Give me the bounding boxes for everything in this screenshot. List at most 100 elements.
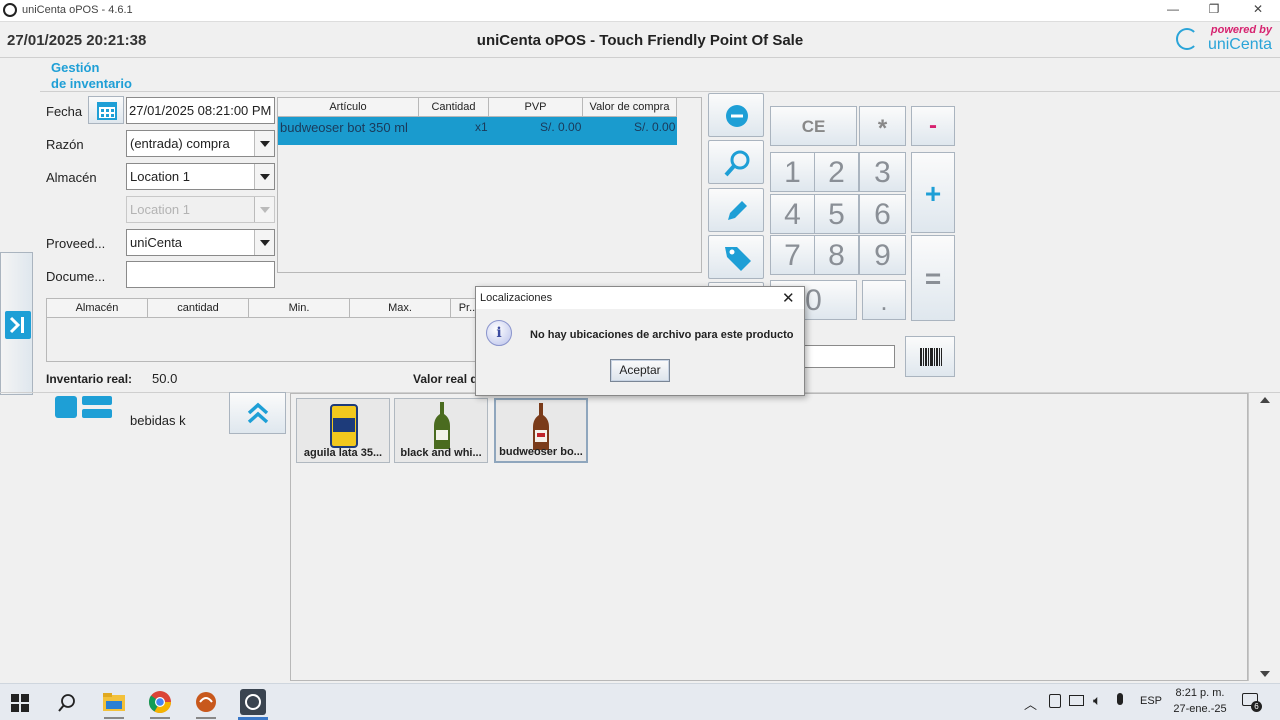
tray-date[interactable]: 27-ene.-25: [1170, 703, 1230, 715]
row-articulo: budweoser bot 350 ml: [280, 120, 408, 135]
digit-3-button[interactable]: 3: [859, 152, 906, 192]
table-row[interactable]: budweoser bot 350 ml x1 S/. 0.00 S/. 0.0…: [278, 117, 677, 145]
col-header-pvp: PVP: [489, 98, 583, 117]
chevron-down-icon: [254, 164, 274, 189]
microphone-icon[interactable]: [1117, 693, 1123, 705]
product-tile[interactable]: black and whi...: [394, 398, 488, 463]
close-window-button[interactable]: ✕: [1248, 2, 1268, 16]
digit-5-button[interactable]: 5: [814, 194, 859, 234]
localizaciones-dialog: Localizaciones ✕ i No hay ubicaciones de…: [475, 286, 805, 396]
side-panel-toggle[interactable]: [0, 252, 33, 395]
minus-circle-icon: [726, 105, 748, 127]
product-tile[interactable]: aguila lata 35...: [296, 398, 390, 463]
digit-6-button[interactable]: 6: [859, 194, 906, 234]
search-icon: [724, 150, 750, 177]
digit-2-button[interactable]: 2: [814, 152, 859, 192]
meet-now-icon[interactable]: [1049, 694, 1061, 708]
col-header-max: Max.: [350, 299, 451, 318]
scroll-up-icon[interactable]: [1260, 397, 1270, 403]
barcode-button[interactable]: [905, 336, 955, 377]
razon-select[interactable]: (entrada) compra: [126, 130, 275, 157]
chevron-down-icon: [254, 197, 274, 222]
bottle-icon: [533, 403, 549, 450]
restore-button[interactable]: ❐: [1204, 2, 1224, 16]
tray-chevron-up-icon[interactable]: ︿: [1024, 694, 1037, 713]
search-icon[interactable]: [57, 693, 77, 713]
catalog-scrollbar[interactable]: [1248, 393, 1280, 681]
barcode-icon: [920, 348, 942, 366]
lines-table: Artículo Cantidad PVP Valor de compra bu…: [277, 97, 702, 273]
app-header: 27/01/2025 20:21:38 uniCenta oPOS - Touc…: [0, 22, 1280, 58]
logo-name: uniCenta: [1207, 36, 1272, 53]
category-icon: [55, 396, 113, 418]
edit-line-button[interactable]: [708, 188, 764, 232]
almacen-select[interactable]: Location 1: [126, 163, 275, 190]
double-chevron-up-icon: [247, 402, 269, 424]
digit-7-button[interactable]: 7: [770, 235, 815, 275]
chevron-down-icon: [254, 230, 274, 255]
chevron-down-icon: [254, 131, 274, 156]
scroll-down-icon[interactable]: [1260, 671, 1270, 677]
stock-table: Almacén cantidad Min. Max. Pr...: [46, 298, 487, 362]
row-valor: S/. 0.00: [634, 120, 676, 134]
digit-1-button[interactable]: 1: [770, 152, 815, 192]
remove-line-button[interactable]: [708, 93, 764, 137]
col-header-min: Min.: [249, 299, 350, 318]
chrome-icon[interactable]: [148, 690, 172, 714]
col-header-articulo: Artículo: [278, 98, 419, 117]
minus-button[interactable]: -: [911, 106, 955, 146]
digit-4-button[interactable]: 4: [770, 194, 815, 234]
product-tile-selected[interactable]: budweoser bo...: [494, 398, 588, 463]
proveedor-value: uniCenta: [130, 235, 183, 250]
open-app-indicator: [150, 717, 170, 719]
almacen-label: Almacén: [46, 170, 97, 185]
documento-input[interactable]: [126, 261, 275, 288]
product-caption: black and whi...: [400, 447, 482, 459]
product-caption: aguila lata 35...: [303, 447, 383, 459]
category-up-button[interactable]: [229, 392, 286, 434]
search-product-button[interactable]: [708, 140, 764, 184]
col-header-almacen: Almacén: [47, 299, 148, 318]
app-title: uniCenta oPOS - Touch Friendly Point Of …: [476, 32, 804, 49]
section-title-line2: de inventario: [51, 76, 132, 91]
file-explorer-icon[interactable]: [102, 690, 126, 714]
barcode-input[interactable]: [800, 345, 895, 368]
bottle-icon: [434, 402, 450, 449]
plus-button[interactable]: +: [911, 152, 955, 233]
volume-icon[interactable]: 🔈︎: [1093, 692, 1101, 709]
razon-value: (entrada) compra: [130, 136, 230, 151]
dot-button[interactable]: .: [862, 280, 906, 320]
beer-can-icon: [330, 404, 358, 448]
app-icon: [3, 3, 17, 17]
proveedor-select[interactable]: uniCenta: [126, 229, 275, 256]
multiply-button[interactable]: *: [859, 106, 906, 146]
aceptar-button[interactable]: Aceptar: [610, 359, 670, 382]
unicenta-taskbar-icon[interactable]: [240, 689, 266, 715]
dialog-message: No hay ubicaciones de archivo para este …: [530, 329, 794, 341]
inventario-real-value: 50.0: [152, 371, 178, 386]
windows-start-icon[interactable]: [10, 693, 30, 713]
row-cantidad: x1: [475, 120, 488, 134]
section-divider: [40, 91, 1280, 92]
date-picker-button[interactable]: [88, 96, 124, 124]
fecha-value: 27/01/2025 08:21:00 PM: [129, 103, 272, 118]
inventario-real-label: Inventario real:: [46, 372, 133, 386]
ce-button[interactable]: CE: [770, 106, 857, 146]
app-glove-icon[interactable]: [194, 690, 218, 714]
digit-8-button[interactable]: 8: [814, 235, 859, 275]
fecha-input[interactable]: 27/01/2025 08:21:00 PM: [126, 97, 275, 124]
minimize-button[interactable]: —: [1163, 2, 1183, 16]
documento-label: Docume...: [46, 269, 106, 284]
section-title: Gestión de inventario: [51, 60, 132, 92]
logo-ring-icon: [1176, 28, 1198, 50]
equals-button[interactable]: =: [911, 235, 955, 321]
dialog-close-button[interactable]: ✕: [782, 289, 795, 307]
pencil-icon: [728, 201, 747, 220]
almacen-value: Location 1: [130, 169, 190, 184]
product-tag-button[interactable]: [708, 235, 764, 279]
digit-9-button[interactable]: 9: [859, 235, 906, 275]
tray-time[interactable]: 8:21 p. m.: [1170, 687, 1230, 699]
language-indicator[interactable]: ESP: [1140, 695, 1162, 707]
network-icon[interactable]: [1069, 695, 1084, 706]
window-title: uniCenta oPOS - 4.6.1: [22, 4, 133, 16]
